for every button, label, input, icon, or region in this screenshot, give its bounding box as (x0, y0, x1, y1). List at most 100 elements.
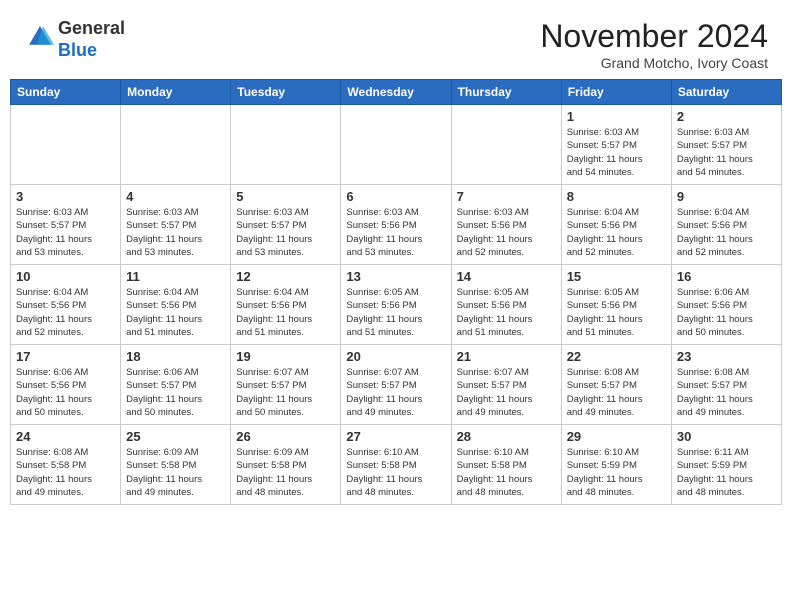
day-info: Sunrise: 6:04 AM Sunset: 5:56 PM Dayligh… (126, 286, 225, 339)
calendar-day-cell: 27Sunrise: 6:10 AM Sunset: 5:58 PM Dayli… (341, 425, 451, 505)
page: General Blue November 2024 Grand Motcho,… (0, 0, 792, 612)
day-number: 13 (346, 269, 445, 284)
day-info: Sunrise: 6:05 AM Sunset: 5:56 PM Dayligh… (457, 286, 556, 339)
calendar-day-cell: 13 Sunrise: 6:05 AM Sunset: 5:56 PM Dayli… (341, 265, 451, 345)
day-info: Sunrise: 6:08 AM Sunset: 5:57 PM Dayligh… (567, 366, 666, 419)
calendar-day-cell: 25Sunrise: 6:09 AM Sunset: 5:58 PM Dayli… (121, 425, 231, 505)
day-info: Sunrise: 6:08 AM Sunset: 5:57 PM Dayligh… (677, 366, 776, 419)
day-number: 7 (457, 189, 556, 204)
day-info: Sunrise: 6:07 AM Sunset: 5:57 PM Dayligh… (457, 366, 556, 419)
day-info: Sunrise: 6:04 AM Sunset: 5:56 PM Dayligh… (677, 206, 776, 259)
title-block: November 2024 Grand Motcho, Ivory Coast (540, 18, 768, 71)
day-number: 10 (16, 269, 115, 284)
day-number: 3 (16, 189, 115, 204)
calendar-day-cell: 28 Sunrise: 6:10 AM Sunset: 5:58 PM Dayli… (451, 425, 561, 505)
calendar-week-row: 24Sunrise: 6:08 AM Sunset: 5:58 PM Dayli… (11, 425, 782, 505)
logo-general-text: General (58, 18, 125, 38)
day-number: 17 (16, 349, 115, 364)
day-info: Sunrise: 6:07 AM Sunset: 5:57 PM Dayligh… (236, 366, 335, 419)
day-number: 19 (236, 349, 335, 364)
day-info: Sunrise: 6:03 AM Sunset: 5:57 PM Dayligh… (126, 206, 225, 259)
calendar-day-cell (121, 105, 231, 185)
day-number: 28 (457, 429, 556, 444)
day-number: 29 (567, 429, 666, 444)
day-number: 15 (567, 269, 666, 284)
day-info: Sunrise: 6:06 AM Sunset: 5:57 PM Dayligh… (126, 366, 225, 419)
day-info: Sunrise: 6:03 AM Sunset: 5:57 PM Dayligh… (567, 126, 666, 179)
calendar-day-cell: 18 Sunrise: 6:06 AM Sunset: 5:57 PM Dayli… (121, 345, 231, 425)
calendar-day-cell (11, 105, 121, 185)
calendar-week-row: 1 Sunrise: 6:03 AM Sunset: 5:57 PM Daylig… (11, 105, 782, 185)
calendar-day-cell: 21 Sunrise: 6:07 AM Sunset: 5:57 PM Dayli… (451, 345, 561, 425)
day-info: Sunrise: 6:03 AM Sunset: 5:56 PM Dayligh… (457, 206, 556, 259)
weekday-header-row: Sunday Monday Tuesday Wednesday Thursday… (11, 80, 782, 105)
header-saturday: Saturday (671, 80, 781, 105)
day-info: Sunrise: 6:03 AM Sunset: 5:57 PM Dayligh… (16, 206, 115, 259)
day-info: Sunrise: 6:04 AM Sunset: 5:56 PM Dayligh… (567, 206, 666, 259)
day-number: 1 (567, 109, 666, 124)
day-number: 27 (346, 429, 445, 444)
day-number: 6 (346, 189, 445, 204)
day-info: Sunrise: 6:03 AM Sunset: 5:57 PM Dayligh… (677, 126, 776, 179)
day-number: 5 (236, 189, 335, 204)
day-info: Sunrise: 6:06 AM Sunset: 5:56 PM Dayligh… (677, 286, 776, 339)
day-number: 14 (457, 269, 556, 284)
calendar-day-cell (341, 105, 451, 185)
day-info: Sunrise: 6:03 AM Sunset: 5:56 PM Dayligh… (346, 206, 445, 259)
calendar-week-row: 3 Sunrise: 6:03 AM Sunset: 5:57 PM Daylig… (11, 185, 782, 265)
day-number: 9 (677, 189, 776, 204)
day-info: Sunrise: 6:08 AM Sunset: 5:58 PM Dayligh… (16, 446, 115, 499)
header-wednesday: Wednesday (341, 80, 451, 105)
calendar-day-cell: 29 Sunrise: 6:10 AM Sunset: 5:59 PM Dayli… (561, 425, 671, 505)
header-friday: Friday (561, 80, 671, 105)
calendar-day-cell: 7 Sunrise: 6:03 AM Sunset: 5:56 PM Daylig… (451, 185, 561, 265)
calendar-day-cell: 2 Sunrise: 6:03 AM Sunset: 5:57 PM Daylig… (671, 105, 781, 185)
calendar-day-cell: 3 Sunrise: 6:03 AM Sunset: 5:57 PM Daylig… (11, 185, 121, 265)
day-number: 22 (567, 349, 666, 364)
calendar-day-cell: 8 Sunrise: 6:04 AM Sunset: 5:56 PM Daylig… (561, 185, 671, 265)
calendar-week-row: 10 Sunrise: 6:04 AM Sunset: 5:56 PM Dayli… (11, 265, 782, 345)
day-number: 21 (457, 349, 556, 364)
calendar-week-row: 17 Sunrise: 6:06 AM Sunset: 5:56 PM Dayli… (11, 345, 782, 425)
calendar-day-cell: 9 Sunrise: 6:04 AM Sunset: 5:56 PM Daylig… (671, 185, 781, 265)
calendar-day-cell: 23 Sunrise: 6:08 AM Sunset: 5:57 PM Dayli… (671, 345, 781, 425)
calendar-day-cell: 15 Sunrise: 6:05 AM Sunset: 5:56 PM Dayli… (561, 265, 671, 345)
day-number: 8 (567, 189, 666, 204)
calendar-day-cell: 10 Sunrise: 6:04 AM Sunset: 5:56 PM Dayli… (11, 265, 121, 345)
day-info: Sunrise: 6:10 AM Sunset: 5:59 PM Dayligh… (567, 446, 666, 499)
day-info: Sunrise: 6:10 AM Sunset: 5:58 PM Dayligh… (457, 446, 556, 499)
header-sunday: Sunday (11, 80, 121, 105)
calendar-day-cell: 24Sunrise: 6:08 AM Sunset: 5:58 PM Dayli… (11, 425, 121, 505)
calendar-day-cell: 26 Sunrise: 6:09 AM Sunset: 5:58 PM Dayli… (231, 425, 341, 505)
day-info: Sunrise: 6:04 AM Sunset: 5:56 PM Dayligh… (16, 286, 115, 339)
day-info: Sunrise: 6:06 AM Sunset: 5:56 PM Dayligh… (16, 366, 115, 419)
calendar-day-cell: 11Sunrise: 6:04 AM Sunset: 5:56 PM Dayli… (121, 265, 231, 345)
day-number: 23 (677, 349, 776, 364)
day-number: 20 (346, 349, 445, 364)
day-info: Sunrise: 6:03 AM Sunset: 5:57 PM Dayligh… (236, 206, 335, 259)
day-number: 30 (677, 429, 776, 444)
day-info: Sunrise: 6:05 AM Sunset: 5:56 PM Dayligh… (346, 286, 445, 339)
calendar-day-cell: 30Sunrise: 6:11 AM Sunset: 5:59 PM Dayli… (671, 425, 781, 505)
calendar-day-cell: 19 Sunrise: 6:07 AM Sunset: 5:57 PM Dayli… (231, 345, 341, 425)
day-info: Sunrise: 6:07 AM Sunset: 5:57 PM Dayligh… (346, 366, 445, 419)
calendar-day-cell: 1 Sunrise: 6:03 AM Sunset: 5:57 PM Daylig… (561, 105, 671, 185)
day-number: 26 (236, 429, 335, 444)
calendar-day-cell: 4 Sunrise: 6:03 AM Sunset: 5:57 PM Daylig… (121, 185, 231, 265)
calendar-table: Sunday Monday Tuesday Wednesday Thursday… (10, 79, 782, 505)
calendar-day-cell: 16Sunrise: 6:06 AM Sunset: 5:56 PM Dayli… (671, 265, 781, 345)
header-tuesday: Tuesday (231, 80, 341, 105)
calendar-day-cell: 22 Sunrise: 6:08 AM Sunset: 5:57 PM Dayli… (561, 345, 671, 425)
header-thursday: Thursday (451, 80, 561, 105)
day-number: 18 (126, 349, 225, 364)
day-info: Sunrise: 6:09 AM Sunset: 5:58 PM Dayligh… (236, 446, 335, 499)
month-title: November 2024 (540, 18, 768, 55)
calendar-day-cell: 5 Sunrise: 6:03 AM Sunset: 5:57 PM Daylig… (231, 185, 341, 265)
day-number: 25 (126, 429, 225, 444)
day-info: Sunrise: 6:05 AM Sunset: 5:56 PM Dayligh… (567, 286, 666, 339)
day-number: 4 (126, 189, 225, 204)
day-info: Sunrise: 6:04 AM Sunset: 5:56 PM Dayligh… (236, 286, 335, 339)
day-number: 2 (677, 109, 776, 124)
logo-icon (26, 23, 54, 51)
calendar-day-cell: 6 Sunrise: 6:03 AM Sunset: 5:56 PM Daylig… (341, 185, 451, 265)
